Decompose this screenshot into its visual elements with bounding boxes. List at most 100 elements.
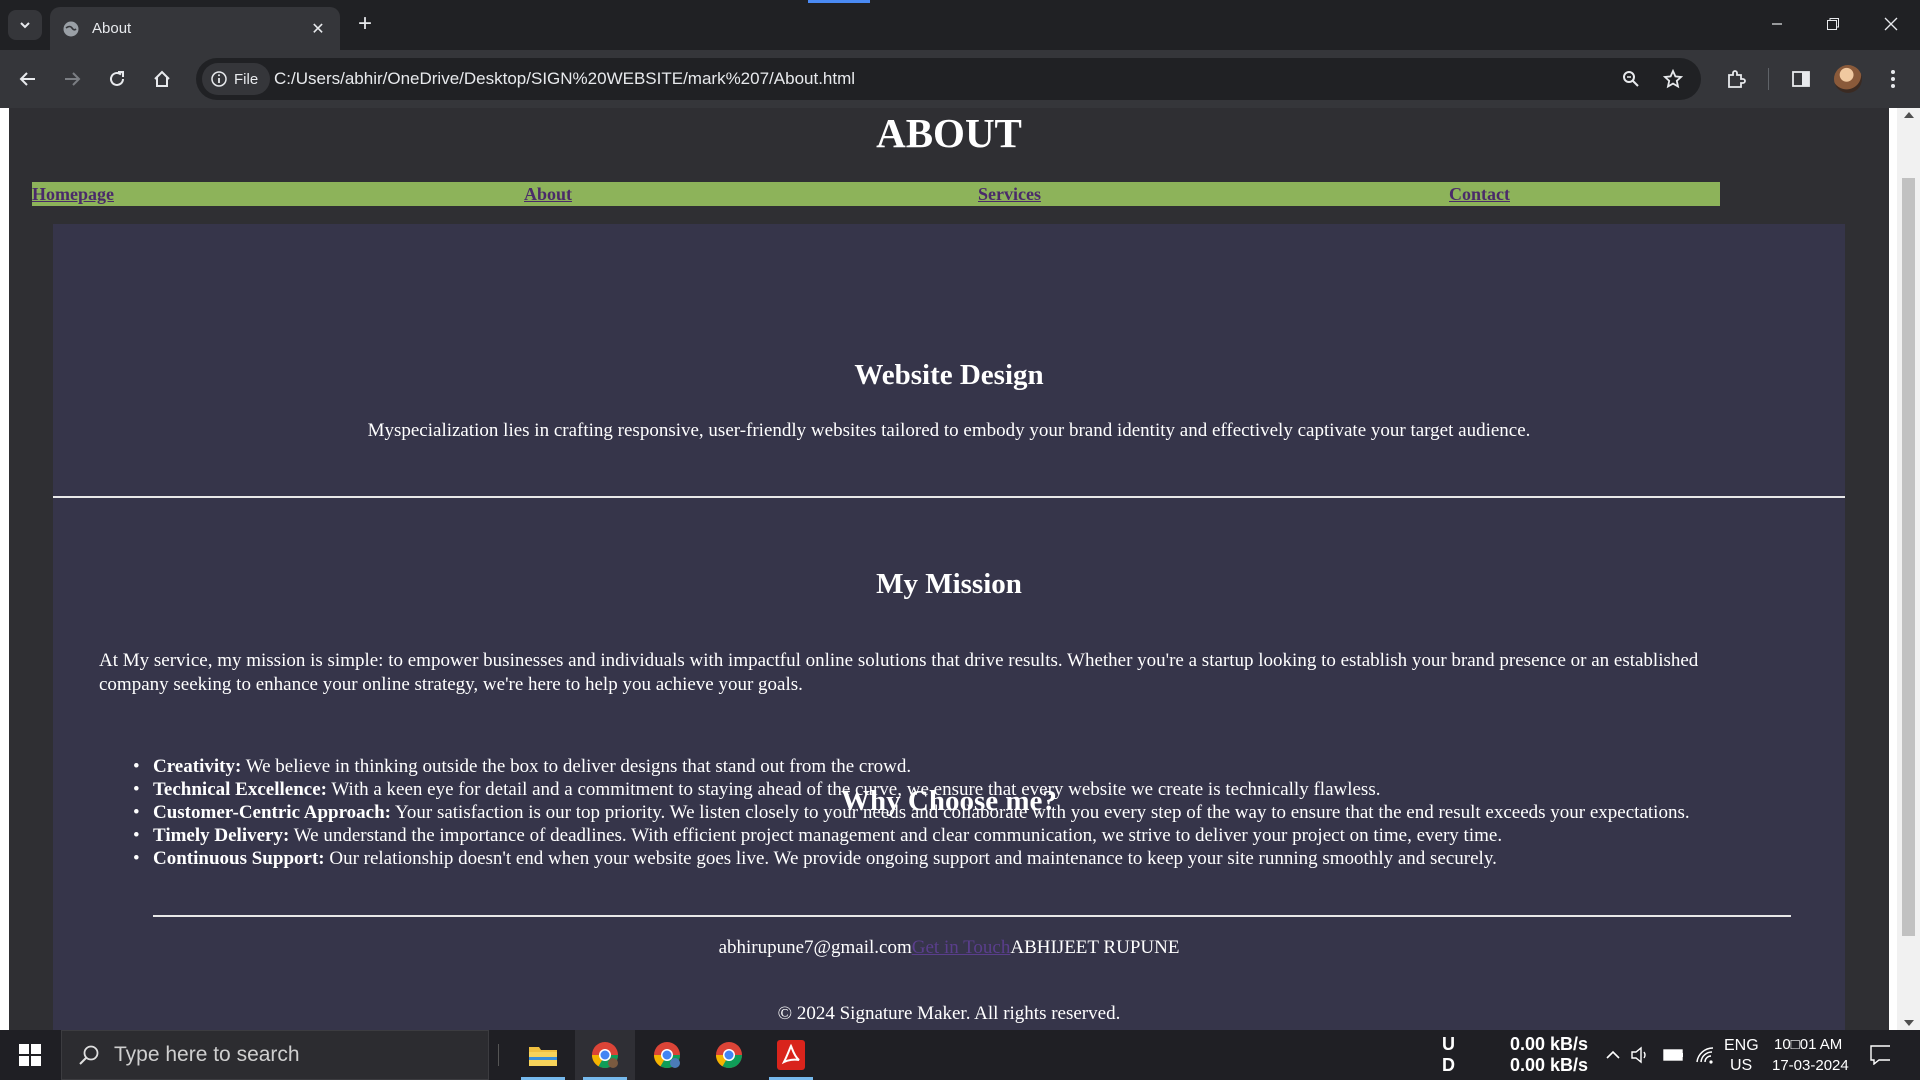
bullet-icon: • bbox=[133, 802, 140, 823]
arrow-right-icon bbox=[65, 72, 81, 86]
net-up-label: U bbox=[1442, 1034, 1455, 1054]
notification-icon bbox=[1870, 1045, 1890, 1065]
design-text: Myspecialization lies in crafting respon… bbox=[367, 420, 1531, 441]
zoom-icon bbox=[1623, 71, 1639, 87]
home-button[interactable] bbox=[146, 63, 178, 95]
back-button[interactable] bbox=[12, 63, 44, 95]
why-item-technical: • Technical Excellence: With a keen eye f… bbox=[133, 778, 1843, 801]
reload-button[interactable] bbox=[101, 63, 133, 95]
scroll-up-arrow-icon[interactable] bbox=[1904, 112, 1914, 118]
close-window-button[interactable] bbox=[1868, 8, 1914, 40]
clock-time[interactable]: 10□01 AM bbox=[1774, 1035, 1842, 1055]
nav-link-about[interactable]: About bbox=[524, 182, 572, 206]
why-item-text: With a keen eye for detail and a commitm… bbox=[326, 779, 1381, 800]
side-panel-button[interactable] bbox=[1785, 63, 1817, 95]
star-icon bbox=[1663, 69, 1683, 89]
info-icon bbox=[211, 71, 227, 87]
extensions-button[interactable] bbox=[1720, 63, 1752, 95]
forward-button[interactable] bbox=[56, 63, 88, 95]
wifi-signal-icon bbox=[1696, 1047, 1714, 1064]
drag-indicator bbox=[808, 0, 870, 3]
chrome-app-3[interactable] bbox=[699, 1030, 759, 1080]
browser-tabbar: About ✕ + bbox=[0, 0, 1920, 50]
acrobat-app[interactable] bbox=[761, 1030, 821, 1080]
bullet-icon: • bbox=[133, 756, 140, 777]
why-item-label: Technical Excellence: bbox=[153, 779, 327, 800]
globe-icon bbox=[63, 21, 79, 36]
search-placeholder: Type here to search bbox=[114, 1043, 300, 1066]
minimize-button[interactable] bbox=[1754, 8, 1800, 40]
close-tab-icon[interactable]: ✕ bbox=[308, 19, 328, 39]
design-heading: Website Design bbox=[854, 359, 1044, 391]
windows-logo-icon bbox=[19, 1044, 41, 1066]
url-text[interactable]: C:/Users/abhir/OneDrive/Desktop/SIGN%20W… bbox=[274, 58, 855, 100]
zoom-button[interactable] bbox=[1618, 66, 1644, 92]
profile-avatar[interactable] bbox=[1834, 65, 1862, 93]
why-item-text: We believe in thinking outside the box t… bbox=[241, 756, 912, 777]
why-item-customer: • Customer-Centric Approach: Your satisfa… bbox=[133, 801, 1843, 824]
new-tab-button[interactable]: + bbox=[352, 12, 378, 38]
file-explorer-app[interactable] bbox=[513, 1030, 573, 1080]
bookmark-button[interactable] bbox=[1660, 66, 1686, 92]
get-in-touch-link[interactable]: Get in Touch bbox=[912, 937, 1011, 958]
restore-button[interactable] bbox=[1810, 8, 1856, 40]
tab-title: About bbox=[92, 20, 132, 37]
battery-icon[interactable] bbox=[1663, 1045, 1683, 1065]
puzzle-icon bbox=[1728, 70, 1746, 88]
show-hidden-icons-button[interactable] bbox=[1603, 1045, 1623, 1065]
chrome-app-2[interactable] bbox=[637, 1030, 697, 1080]
bullet-icon: • bbox=[133, 848, 140, 869]
taskbar-divider bbox=[498, 1044, 499, 1066]
language-code[interactable]: ENG bbox=[1724, 1036, 1759, 1056]
address-bar[interactable]: File C:/Users/abhir/OneDrive/Desktop/SIG… bbox=[196, 58, 1701, 100]
why-item-text: Your satisfaction is our top priority. W… bbox=[391, 802, 1690, 823]
mission-heading: My Mission bbox=[876, 568, 1022, 600]
browser-tab[interactable]: About ✕ bbox=[50, 7, 340, 50]
close-icon bbox=[1884, 17, 1898, 31]
bullet-icon: • bbox=[133, 825, 140, 846]
why-list: • Creativity: We believe in thinking outs… bbox=[133, 755, 1843, 870]
vertical-scrollbar[interactable] bbox=[1897, 108, 1920, 1030]
section-divider bbox=[53, 496, 1845, 498]
pdf-icon bbox=[777, 1040, 805, 1070]
mission-text: At My service, my mission is simple: to … bbox=[99, 650, 1699, 695]
chevron-down-icon bbox=[20, 22, 30, 29]
taskbar-search[interactable]: Type here to search bbox=[61, 1030, 489, 1080]
footer-contact: abhirupune7@gmail.comGet in TouchABHIJEE… bbox=[53, 937, 1845, 959]
nav-link-services[interactable]: Services bbox=[978, 182, 1041, 206]
volume-icon[interactable] bbox=[1630, 1045, 1650, 1065]
chevron-up-icon bbox=[1606, 1050, 1620, 1059]
windows-taskbar: Type here to search U D 0.00 kB/s 0.00 k… bbox=[0, 1030, 1920, 1080]
start-button[interactable] bbox=[0, 1030, 60, 1080]
scroll-down-arrow-icon[interactable] bbox=[1904, 1020, 1914, 1026]
home-icon bbox=[154, 70, 170, 87]
notifications-button[interactable] bbox=[1870, 1045, 1890, 1065]
site-navbar: Homepage About Services Contact bbox=[32, 182, 1720, 206]
why-item-creativity: • Creativity: We believe in thinking outs… bbox=[133, 755, 1843, 778]
why-item-label: Continuous Support: bbox=[153, 848, 325, 869]
tab-search-button[interactable] bbox=[8, 10, 42, 40]
region-code[interactable]: US bbox=[1730, 1056, 1752, 1076]
side-panel-icon bbox=[1792, 71, 1810, 87]
menu-button[interactable] bbox=[1877, 63, 1909, 95]
minimize-icon bbox=[1772, 23, 1782, 25]
site-info-chip[interactable]: File bbox=[202, 63, 271, 95]
why-item-label: Creativity: bbox=[153, 756, 242, 777]
chrome-icon bbox=[715, 1042, 743, 1069]
page-viewport: ABOUT Homepage About Services Contact We… bbox=[0, 108, 1920, 1030]
footer-divider bbox=[153, 915, 1791, 917]
restore-icon bbox=[1827, 18, 1839, 30]
arrow-left-icon bbox=[19, 72, 35, 86]
clock-date[interactable]: 17-03-2024 bbox=[1772, 1056, 1849, 1076]
scroll-thumb[interactable] bbox=[1902, 178, 1915, 936]
chrome-app-1[interactable] bbox=[575, 1030, 635, 1080]
chrome-icon bbox=[591, 1042, 619, 1069]
nav-link-homepage[interactable]: Homepage bbox=[32, 182, 114, 206]
bullet-icon: • bbox=[133, 779, 140, 800]
battery-icon-shape bbox=[1663, 1049, 1683, 1061]
why-item-label: Customer-Centric Approach: bbox=[153, 802, 391, 823]
nav-link-contact[interactable]: Contact bbox=[1449, 182, 1510, 206]
folder-icon bbox=[529, 1047, 557, 1066]
page-title: ABOUT bbox=[876, 110, 1022, 156]
wifi-icon[interactable] bbox=[1695, 1045, 1715, 1065]
